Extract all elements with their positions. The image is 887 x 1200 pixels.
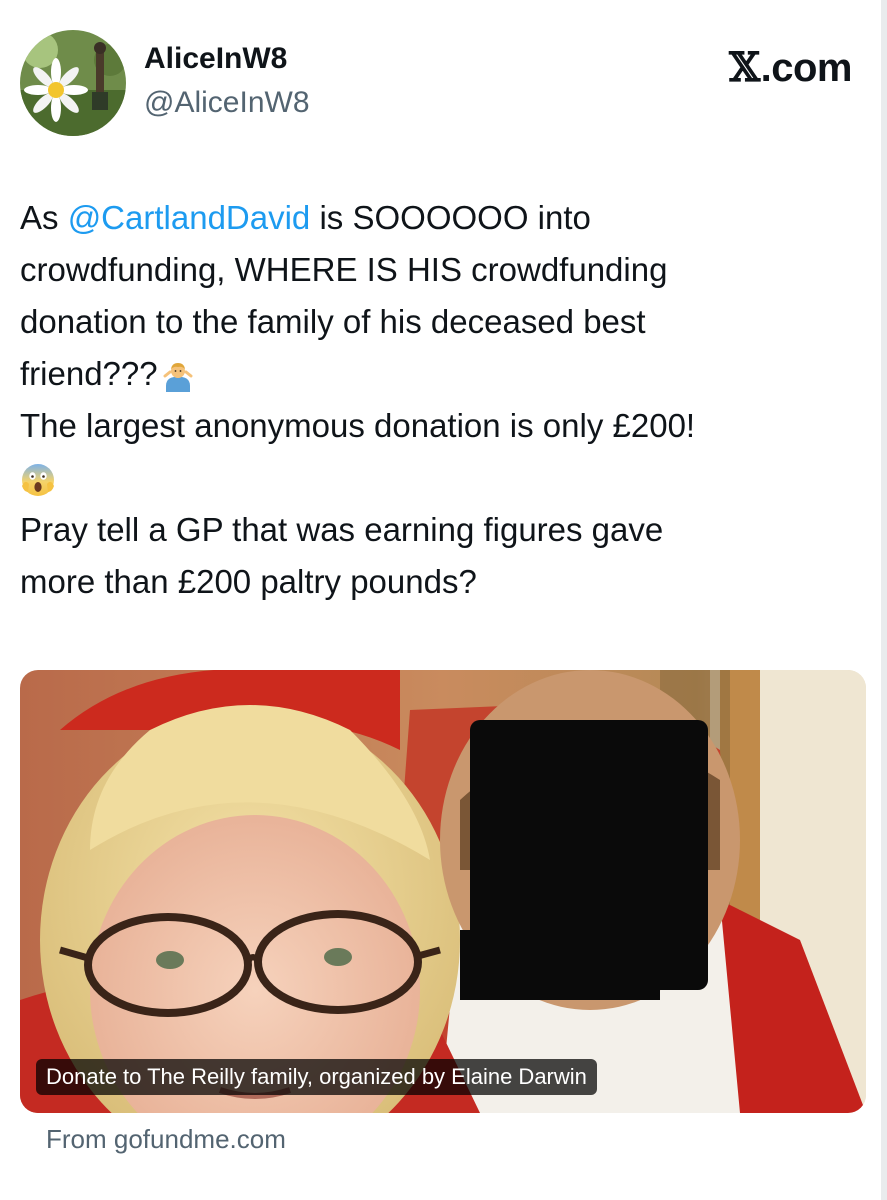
tweet-text-segment: As xyxy=(20,199,68,236)
tweet-line-8: more than £200 paltry pounds? xyxy=(20,563,477,600)
person-shrugging-emoji xyxy=(162,360,194,393)
avatar[interactable] xyxy=(20,30,126,136)
tweet-line-2: crowdfunding, WHERE IS HIS crowdfunding xyxy=(20,251,668,288)
link-card-caption: Donate to The Reilly family, organized b… xyxy=(36,1059,597,1095)
x-com-logo: 𝕏 .com xyxy=(729,44,852,91)
tweet-text-segment: is SOOOOOO into xyxy=(310,199,591,236)
tweet-header: AliceInW8 @AliceInW8 𝕏 .com xyxy=(20,28,860,138)
tweet-line-3: donation to the family of his deceased b… xyxy=(20,303,646,340)
avatar-image xyxy=(20,30,126,136)
author-handle[interactable]: @AliceInW8 xyxy=(144,86,310,120)
mention-link[interactable]: @CartlandDavid xyxy=(68,199,311,236)
author-display-name[interactable]: AliceInW8 xyxy=(144,42,287,76)
face-screaming-in-fear-emoji xyxy=(20,462,56,498)
brand-domain: .com xyxy=(760,46,853,90)
tweet-line-1: As @CartlandDavid is SOOOOOO into xyxy=(20,192,860,244)
link-card-image[interactable]: Donate to The Reilly family, organized b… xyxy=(20,670,866,1113)
tweet-text: As @CartlandDavid is SOOOOOO into crowdf… xyxy=(20,192,860,608)
link-source[interactable]: From gofundme.com xyxy=(46,1124,286,1155)
tweet-line-4: friend??? xyxy=(20,348,860,400)
tweet-text-segment: friend??? xyxy=(20,355,158,392)
tweet-line-7: Pray tell a GP that was earning figures … xyxy=(20,511,664,548)
tweet-line-6 xyxy=(20,452,860,504)
tweet-line-5: The largest anonymous donation is only £… xyxy=(20,407,696,444)
card-edge xyxy=(881,0,887,1200)
x-logo-icon: 𝕏 xyxy=(729,44,760,91)
fundraiser-photo xyxy=(20,670,866,1113)
